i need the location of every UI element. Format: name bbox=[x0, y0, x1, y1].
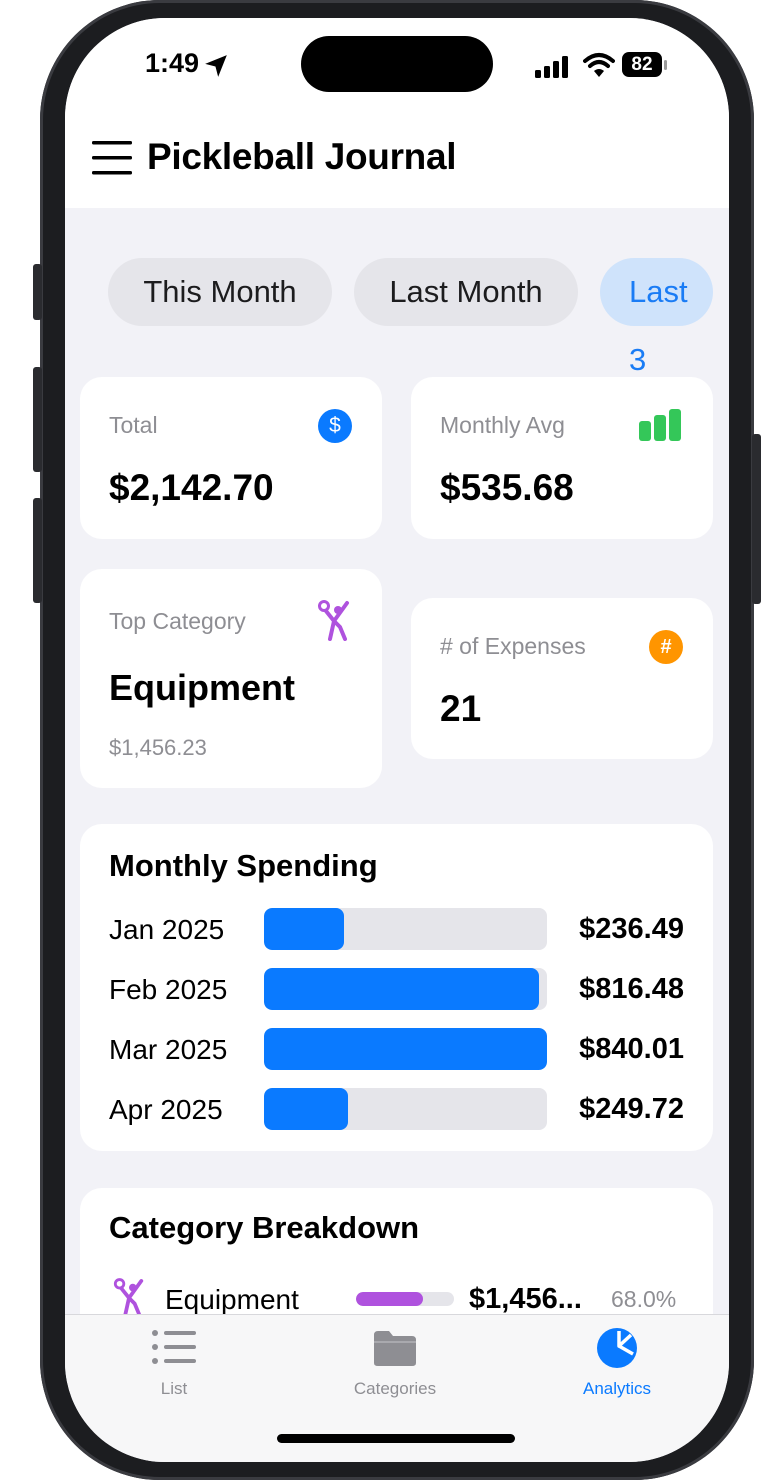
tab-label: List bbox=[160, 1379, 188, 1398]
battery-level: 82 bbox=[631, 54, 653, 75]
total-label: Total bbox=[109, 412, 158, 438]
dollar-icon: $ bbox=[318, 409, 352, 443]
top-category-label: Top Category bbox=[109, 608, 246, 634]
pickleball-player-icon bbox=[318, 600, 349, 641]
filter-last-month[interactable]: Last Month bbox=[354, 258, 578, 326]
category-breakdown-title: Category Breakdown bbox=[109, 1210, 420, 1245]
pickleball-player-icon bbox=[113, 1278, 144, 1317]
monthly-avg-card: Monthly Avg $535.68 bbox=[411, 377, 713, 539]
total-value: $2,142.70 bbox=[109, 467, 274, 508]
cellular-signal-icon bbox=[535, 56, 568, 78]
tab-categories[interactable]: Categories bbox=[315, 1318, 475, 1408]
category-bar-track bbox=[356, 1292, 454, 1306]
spending-bar-fill bbox=[264, 1088, 349, 1130]
action-button bbox=[33, 264, 42, 320]
pie-chart-icon bbox=[597, 1328, 637, 1368]
monthly-spending-title: Monthly Spending bbox=[109, 848, 378, 883]
top-category-value: Equipment bbox=[109, 667, 295, 708]
power-button bbox=[752, 434, 761, 604]
scroll-mask bbox=[713, 248, 729, 338]
filter-last-3[interactable]: Last 3 bbox=[600, 258, 713, 377]
category-amount: $1,456... bbox=[469, 1283, 582, 1315]
filter-this-month[interactable]: This Month bbox=[108, 258, 332, 326]
month-label: Mar 2025 bbox=[109, 1034, 228, 1065]
folder-icon bbox=[374, 1331, 416, 1366]
spending-bar-track bbox=[264, 968, 547, 1010]
spending-bar-fill bbox=[264, 1028, 547, 1070]
monthly-avg-value: $535.68 bbox=[440, 467, 574, 508]
expenses-count-label: # of Expenses bbox=[440, 633, 586, 659]
battery-cap bbox=[664, 60, 667, 70]
hash-icon: # bbox=[649, 630, 683, 664]
spending-bar-fill bbox=[264, 968, 540, 1010]
month-amount: $816.48 bbox=[579, 973, 684, 1005]
monthly-avg-label: Monthly Avg bbox=[440, 412, 565, 438]
list-icon bbox=[152, 1330, 196, 1364]
month-amount: $840.01 bbox=[579, 1033, 684, 1065]
spending-bar-track bbox=[264, 1028, 547, 1070]
tab-label: Categories bbox=[353, 1379, 437, 1398]
dynamic-island bbox=[301, 36, 493, 92]
top-category-card: Top Category Equipment $1,456.23 bbox=[80, 569, 382, 788]
category-name: Equipment bbox=[165, 1284, 299, 1315]
expenses-count-card: # of Expenses # 21 bbox=[411, 598, 713, 759]
home-indicator bbox=[277, 1434, 515, 1443]
wifi-icon bbox=[583, 53, 615, 77]
bar-chart-icon bbox=[639, 409, 681, 441]
status-time: 1:49 bbox=[145, 48, 200, 78]
volume-up-button bbox=[33, 367, 42, 472]
category-bar-fill bbox=[356, 1292, 423, 1306]
total-card: Total $ $2,142.70 bbox=[80, 377, 382, 539]
top-category-amount: $1,456.23 bbox=[109, 735, 207, 760]
month-amount: $236.49 bbox=[579, 913, 684, 945]
tab-label: Analytics bbox=[582, 1379, 652, 1398]
tab-analytics[interactable]: Analytics bbox=[537, 1318, 697, 1408]
tab-list[interactable]: List bbox=[94, 1318, 254, 1408]
monthly-spending-card: Monthly Spending Jan 2025 $236.49 Feb 20… bbox=[80, 824, 713, 1151]
volume-down-button bbox=[33, 498, 42, 603]
battery-icon: 82 bbox=[622, 52, 662, 77]
location-arrow-icon bbox=[205, 55, 227, 77]
category-percent: 68.0% bbox=[611, 1286, 677, 1312]
spending-bar-track bbox=[264, 908, 547, 950]
month-label: Apr 2025 bbox=[109, 1094, 223, 1125]
month-label: Feb 2025 bbox=[109, 974, 228, 1005]
hamburger-menu-icon[interactable] bbox=[92, 141, 132, 175]
screen: 1:49 82 Pickleball Journal This Month La… bbox=[65, 18, 729, 1462]
spending-bar-track bbox=[264, 1088, 547, 1130]
spending-bar-fill bbox=[264, 908, 344, 950]
month-amount: $249.72 bbox=[579, 1093, 684, 1125]
month-label: Jan 2025 bbox=[109, 914, 225, 945]
expenses-count-value: 21 bbox=[440, 688, 482, 729]
page-title: Pickleball Journal bbox=[147, 136, 457, 177]
